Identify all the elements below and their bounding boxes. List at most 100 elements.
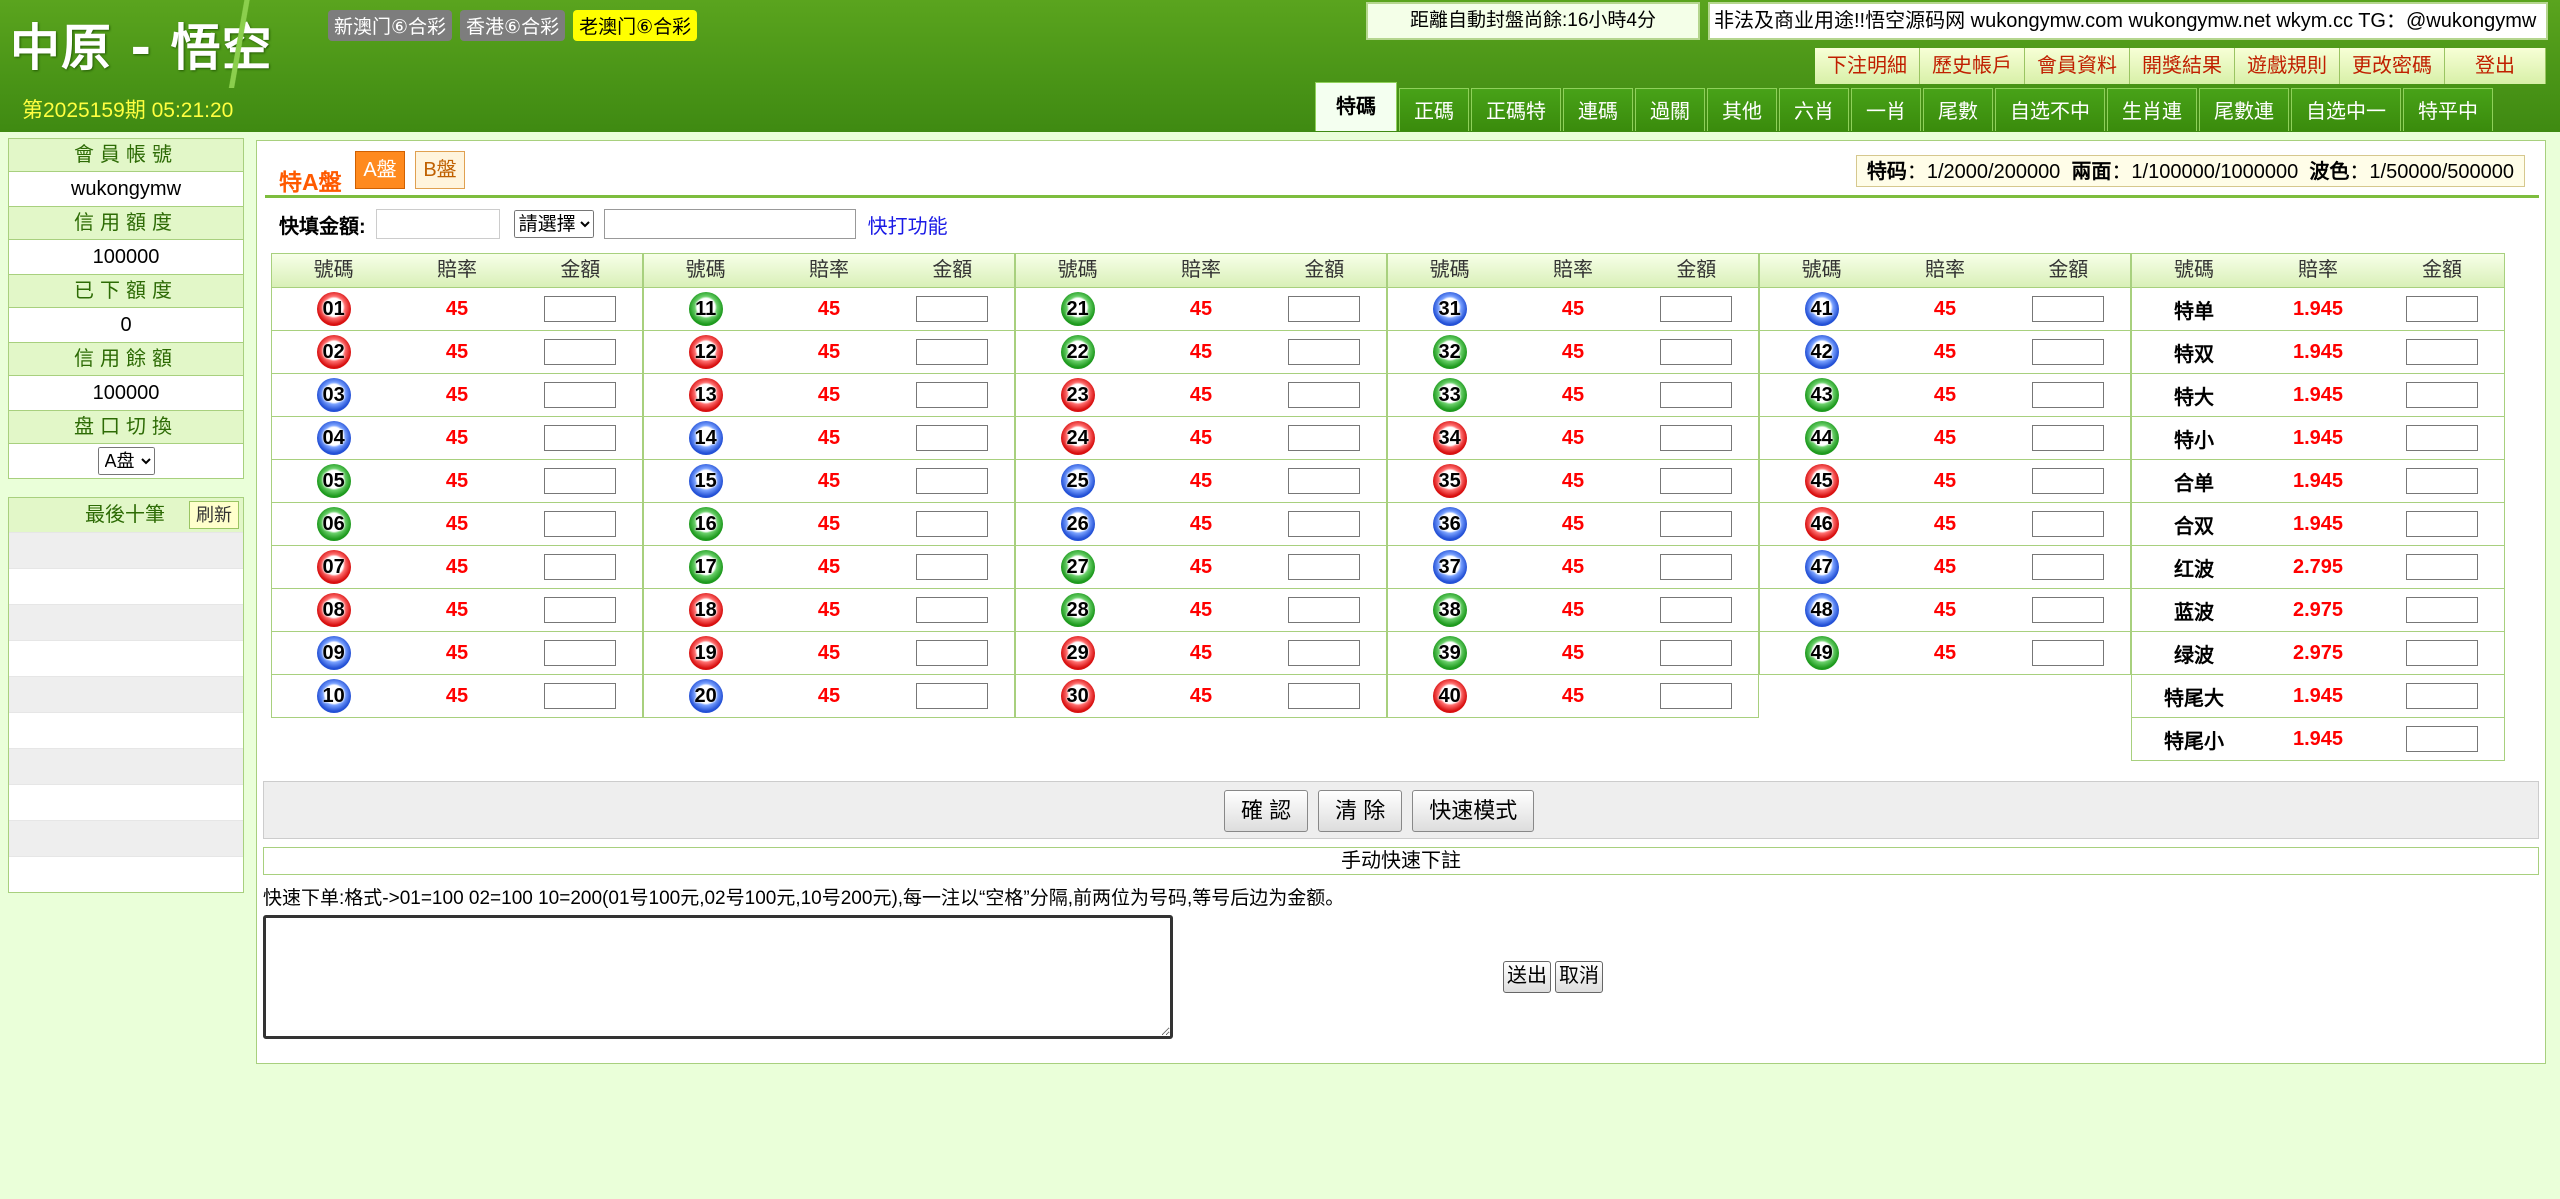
tab-special-flat[interactable]: 特平中 bbox=[2403, 88, 2493, 131]
amount-input[interactable] bbox=[2406, 683, 2478, 709]
cancel-button[interactable]: 取消 bbox=[1555, 961, 1603, 993]
link-rules[interactable]: 遊戲規則 bbox=[2235, 48, 2340, 84]
plate-b-button[interactable]: B盤 bbox=[415, 151, 465, 189]
amount-input[interactable] bbox=[1660, 425, 1733, 451]
tab-pick-miss[interactable]: 自选不中 bbox=[1995, 88, 2105, 131]
tab-combo[interactable]: 連碼 bbox=[1563, 88, 1633, 131]
amount-input[interactable] bbox=[1660, 511, 1733, 537]
amount-input[interactable] bbox=[2406, 425, 2478, 451]
amount-input[interactable] bbox=[2406, 511, 2478, 537]
tab-tail-combo[interactable]: 尾數連 bbox=[2199, 88, 2289, 131]
amount-input[interactable] bbox=[916, 640, 989, 666]
amount-input[interactable] bbox=[2032, 339, 2105, 365]
tab-regular-special[interactable]: 正碼特 bbox=[1471, 88, 1561, 131]
quick-code-input[interactable] bbox=[603, 209, 856, 239]
link-member-info[interactable]: 會員資料 bbox=[2025, 48, 2130, 84]
amount-input[interactable] bbox=[1660, 296, 1733, 322]
amount-input[interactable] bbox=[1660, 640, 1733, 666]
amount-input[interactable] bbox=[544, 597, 617, 623]
amount-input[interactable] bbox=[544, 683, 617, 709]
amount-input[interactable] bbox=[916, 339, 989, 365]
clear-button[interactable]: 清 除 bbox=[1318, 790, 1403, 832]
amount-cell bbox=[1635, 296, 1758, 322]
plate-select[interactable]: A盘 bbox=[97, 447, 155, 475]
amount-input[interactable] bbox=[1288, 296, 1361, 322]
amount-input[interactable] bbox=[1288, 382, 1361, 408]
amount-input[interactable] bbox=[1288, 554, 1361, 580]
amount-input[interactable] bbox=[2406, 554, 2478, 580]
amount-input[interactable] bbox=[916, 511, 989, 537]
amount-input[interactable] bbox=[544, 468, 617, 494]
amount-input[interactable] bbox=[544, 554, 617, 580]
logout-link[interactable]: 登出 bbox=[2445, 48, 2546, 84]
quick-fill-select[interactable]: 請選擇 bbox=[513, 210, 594, 238]
tab-regular[interactable]: 正碼 bbox=[1399, 88, 1469, 131]
amount-input[interactable] bbox=[1660, 382, 1733, 408]
manual-bet-textarea[interactable] bbox=[263, 915, 1173, 1039]
amount-input[interactable] bbox=[2406, 640, 2478, 666]
quick-fill-amount-input[interactable] bbox=[375, 209, 500, 239]
number-row: 05 45 bbox=[271, 460, 643, 503]
amount-input[interactable] bbox=[2032, 468, 2105, 494]
amount-input[interactable] bbox=[1288, 683, 1361, 709]
quick-mode-button[interactable]: 快速模式 bbox=[1412, 790, 1535, 832]
amount-input[interactable] bbox=[1660, 683, 1733, 709]
amount-input[interactable] bbox=[2406, 597, 2478, 623]
amount-input[interactable] bbox=[2406, 726, 2478, 752]
lottery-tab-new-macau[interactable]: 新澳门⑥合彩 bbox=[328, 10, 453, 41]
refresh-button[interactable]: 刷新 bbox=[189, 501, 239, 529]
amount-input[interactable] bbox=[916, 683, 989, 709]
amount-input[interactable] bbox=[916, 382, 989, 408]
quick-play-link[interactable]: 快打功能 bbox=[868, 210, 948, 239]
amount-input[interactable] bbox=[2032, 425, 2105, 451]
plate-a-button[interactable]: A盤 bbox=[355, 151, 405, 189]
amount-input[interactable] bbox=[2032, 554, 2105, 580]
tab-zodiac-combo[interactable]: 生肖連 bbox=[2107, 88, 2197, 131]
amount-input[interactable] bbox=[2032, 382, 2105, 408]
amount-input[interactable] bbox=[1288, 511, 1361, 537]
amount-input[interactable] bbox=[2406, 339, 2478, 365]
tab-one-zodiac[interactable]: 一肖 bbox=[1851, 88, 1921, 131]
confirm-button[interactable]: 確 認 bbox=[1224, 790, 1309, 832]
amount-input[interactable] bbox=[544, 425, 617, 451]
amount-input[interactable] bbox=[544, 640, 617, 666]
amount-input[interactable] bbox=[1288, 468, 1361, 494]
amount-input[interactable] bbox=[1660, 554, 1733, 580]
amount-input[interactable] bbox=[916, 554, 989, 580]
amount-input[interactable] bbox=[544, 382, 617, 408]
tab-pick-one[interactable]: 自选中一 bbox=[2291, 88, 2401, 131]
amount-input[interactable] bbox=[2406, 382, 2478, 408]
amount-input[interactable] bbox=[2032, 511, 2105, 537]
amount-input[interactable] bbox=[2032, 597, 2105, 623]
amount-input[interactable] bbox=[2032, 640, 2105, 666]
amount-input[interactable] bbox=[1288, 597, 1361, 623]
amount-input[interactable] bbox=[1288, 339, 1361, 365]
amount-input[interactable] bbox=[1288, 640, 1361, 666]
amount-input[interactable] bbox=[1660, 597, 1733, 623]
amount-input[interactable] bbox=[544, 511, 617, 537]
tab-other[interactable]: 其他 bbox=[1707, 88, 1777, 131]
link-change-password[interactable]: 更改密碼 bbox=[2340, 48, 2445, 84]
amount-input[interactable] bbox=[916, 597, 989, 623]
amount-input[interactable] bbox=[1660, 339, 1733, 365]
lottery-tab-hongkong[interactable]: 香港⑥合彩 bbox=[460, 10, 566, 41]
amount-input[interactable] bbox=[1288, 425, 1361, 451]
amount-input[interactable] bbox=[2032, 296, 2105, 322]
link-bet-details[interactable]: 下注明細 bbox=[1815, 48, 1920, 84]
amount-input[interactable] bbox=[2406, 468, 2478, 494]
amount-input[interactable] bbox=[916, 468, 989, 494]
amount-input[interactable] bbox=[916, 425, 989, 451]
link-history[interactable]: 歷史帳戶 bbox=[1920, 48, 2025, 84]
amount-input[interactable] bbox=[1660, 468, 1733, 494]
tab-parlay[interactable]: 過關 bbox=[1635, 88, 1705, 131]
amount-input[interactable] bbox=[916, 296, 989, 322]
amount-input[interactable] bbox=[544, 339, 617, 365]
submit-button[interactable]: 送出 bbox=[1503, 961, 1551, 993]
link-results[interactable]: 開獎結果 bbox=[2130, 48, 2235, 84]
tab-six-zodiac[interactable]: 六肖 bbox=[1779, 88, 1849, 131]
amount-input[interactable] bbox=[544, 296, 617, 322]
amount-input[interactable] bbox=[2406, 296, 2478, 322]
tab-tail[interactable]: 尾數 bbox=[1923, 88, 1993, 131]
tab-special[interactable]: 特碼 bbox=[1315, 82, 1397, 131]
lottery-tab-old-macau[interactable]: 老澳门⑥合彩 bbox=[573, 10, 698, 41]
